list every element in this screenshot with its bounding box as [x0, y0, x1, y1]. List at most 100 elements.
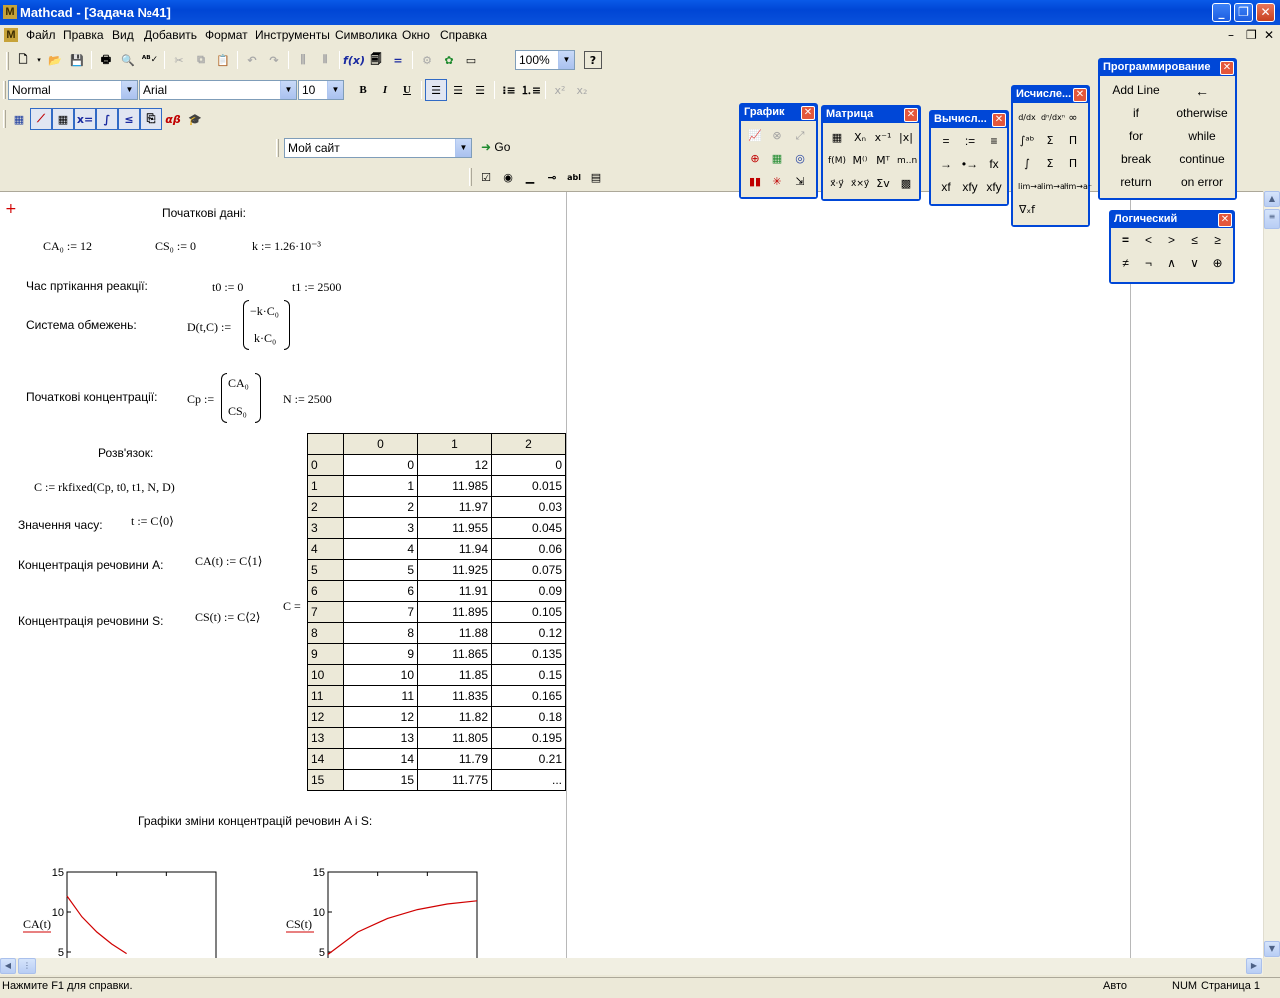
evaluation-palette[interactable]: Вычисл... ✕ = := ≡ → •→ fx xf xfy xfy: [929, 110, 1009, 206]
t0-definition[interactable]: t0 := 0: [212, 280, 243, 295]
close-icon[interactable]: ✕: [1220, 61, 1234, 75]
go-button[interactable]: ➜ Go: [481, 140, 510, 154]
close-icon[interactable]: ✕: [801, 106, 815, 120]
underline-icon[interactable]: U: [396, 79, 418, 101]
otherwise-button[interactable]: otherwise: [1169, 106, 1235, 120]
keyword-eval-button[interactable]: •→: [958, 157, 982, 171]
close-icon[interactable]: ✕: [1073, 88, 1087, 102]
not-equal-button[interactable]: ≠: [1114, 256, 1137, 270]
spell-check-icon[interactable]: ᴬᴮ✓: [139, 49, 161, 71]
vector-field-icon[interactable]: ⇲: [791, 173, 809, 191]
align-right-icon[interactable]: ☰: [469, 79, 491, 101]
result-matrix[interactable]: 0 1 2 0 0 12 0 1 1 11.985 0.015 2 2 11.97 0.03 3 3 11.955…: [307, 433, 566, 791]
menu-edit[interactable]: Правка: [63, 28, 104, 42]
new-icon[interactable]: 🗋: [12, 49, 34, 71]
resource-center-icon[interactable]: ✿: [438, 49, 460, 71]
scroll-left-icon[interactable]: ◀: [0, 958, 16, 974]
k-definition[interactable]: k := 1.26·10⁻³: [252, 239, 321, 254]
D-definition[interactable]: D(t,C) :=: [187, 320, 231, 335]
evaluation-icon[interactable]: x=: [74, 108, 96, 130]
product-icon[interactable]: Π: [1064, 155, 1082, 173]
menu-help[interactable]: Справка: [440, 28, 487, 42]
treefix-operator-button[interactable]: xfy: [982, 180, 1006, 194]
menu-file[interactable]: Файл: [26, 28, 56, 42]
scroll-thumb[interactable]: ≡: [1264, 209, 1280, 229]
polar-graph-icon[interactable]: ⊕: [746, 150, 764, 168]
doc-close-button[interactable]: ✕: [1264, 28, 1274, 42]
programming-palette[interactable]: Программирование ✕ Add Line ← if otherwis…: [1098, 58, 1237, 200]
zoom-select[interactable]: 100% ▼: [515, 50, 575, 70]
determinant-icon[interactable]: |x|: [897, 129, 915, 147]
bullets-icon[interactable]: ⁝≡: [498, 79, 520, 101]
hyperlink-icon[interactable]: ▭: [460, 49, 482, 71]
minimize-button[interactable]: _: [1212, 3, 1231, 22]
scatter-plot-icon[interactable]: ✳: [768, 173, 786, 191]
ca0-definition[interactable]: CA₀ := 12: [43, 239, 92, 254]
add-line-button[interactable]: Add Line: [1103, 83, 1169, 97]
indefinite-integral-icon[interactable]: ∫: [1018, 155, 1036, 173]
infix-operator-button[interactable]: xfy: [958, 180, 982, 194]
range-icon[interactable]: m..n: [897, 152, 917, 170]
local-assign-button[interactable]: ←: [1169, 83, 1235, 99]
for-button[interactable]: for: [1103, 129, 1169, 143]
subscript-index-icon[interactable]: Xₙ: [851, 129, 869, 147]
resources-toolbar-grip[interactable]: [276, 139, 279, 157]
maximize-button[interactable]: ❐: [1234, 3, 1253, 22]
insert-component-icon[interactable]: ⚙: [416, 49, 438, 71]
paste-icon[interactable]: 📋: [212, 49, 234, 71]
document-icon[interactable]: M: [4, 28, 18, 42]
calculus-icon[interactable]: ∫: [96, 108, 118, 130]
align-left-icon[interactable]: ☰: [425, 79, 447, 101]
chevron-down-icon[interactable]: ▼: [121, 81, 137, 99]
break-button[interactable]: break: [1103, 152, 1169, 166]
copy-icon[interactable]: ⧉: [190, 49, 212, 71]
symbolic-icon[interactable]: 🎓: [184, 108, 206, 130]
global-define-button[interactable]: ≡: [982, 134, 1006, 148]
superscript-icon[interactable]: x²: [549, 79, 571, 101]
Cp-definition[interactable]: Cp :=: [187, 392, 214, 407]
polar-plot-icon[interactable]: ⊗: [768, 127, 786, 145]
menu-view[interactable]: Вид: [112, 28, 134, 42]
picture-icon[interactable]: ▩: [897, 175, 915, 193]
listbox-control-icon[interactable]: ▤: [585, 166, 607, 188]
while-button[interactable]: while: [1169, 129, 1235, 143]
graph-icon[interactable]: ⟋: [30, 108, 52, 130]
button-control-icon[interactable]: ▁: [519, 166, 541, 188]
greek-icon[interactable]: αβ: [162, 108, 184, 130]
site-select[interactable]: Мой сайт ▼: [284, 138, 472, 158]
close-icon[interactable]: ✕: [992, 113, 1006, 127]
not-button[interactable]: ¬: [1137, 256, 1160, 270]
scroll-right-icon[interactable]: ▶: [1246, 958, 1262, 974]
concentration-plots[interactable]: 15 10 5 CA(t) 15 10 5 CS(t): [0, 860, 540, 958]
chevron-down-icon[interactable]: ▼: [455, 139, 471, 157]
chevron-down-icon[interactable]: ▼: [280, 81, 296, 99]
new-dropdown-icon[interactable]: ▾: [34, 49, 44, 71]
nth-derivative-icon[interactable]: dⁿ/dxⁿ: [1041, 109, 1065, 127]
inverse-icon[interactable]: x⁻¹: [874, 129, 892, 147]
infinity-icon[interactable]: ∞: [1064, 109, 1082, 127]
limit-left-icon[interactable]: lim→a⁻: [1064, 178, 1092, 196]
print-icon[interactable]: 🖶: [95, 49, 117, 71]
vectorize-icon[interactable]: f(M): [828, 152, 846, 170]
slider-control-icon[interactable]: ⊸: [541, 166, 563, 188]
math-toolbar-grip[interactable]: [3, 110, 6, 128]
xor-button[interactable]: ⊕: [1206, 256, 1229, 270]
align-center-icon[interactable]: ☰: [447, 79, 469, 101]
horizontal-scrollbar[interactable]: ◀ ⋮ ▶: [0, 958, 1263, 975]
align-vertical-icon[interactable]: ⫴: [314, 49, 336, 71]
chevron-down-icon[interactable]: ▼: [327, 81, 343, 99]
bool-equal-button[interactable]: =: [1114, 233, 1137, 247]
transpose-icon[interactable]: Mᵀ: [874, 152, 892, 170]
calculate-icon[interactable]: =: [387, 49, 409, 71]
menu-symbolics[interactable]: Символика: [335, 28, 397, 42]
C-definition[interactable]: C := rkfixed(Cp, t0, t1, N, D): [34, 480, 175, 495]
summation-range-icon[interactable]: Σ: [1041, 132, 1059, 150]
italic-icon[interactable]: I: [374, 79, 396, 101]
gradient-icon[interactable]: ∇ₓf: [1018, 201, 1036, 219]
textbox-control-icon[interactable]: abl: [563, 166, 585, 188]
radio-control-icon[interactable]: ◉: [497, 166, 519, 188]
chevron-down-icon[interactable]: ▼: [558, 51, 574, 69]
define-button[interactable]: :=: [958, 134, 982, 148]
bold-icon[interactable]: B: [352, 79, 374, 101]
contour-plot-icon[interactable]: ◎: [791, 150, 809, 168]
